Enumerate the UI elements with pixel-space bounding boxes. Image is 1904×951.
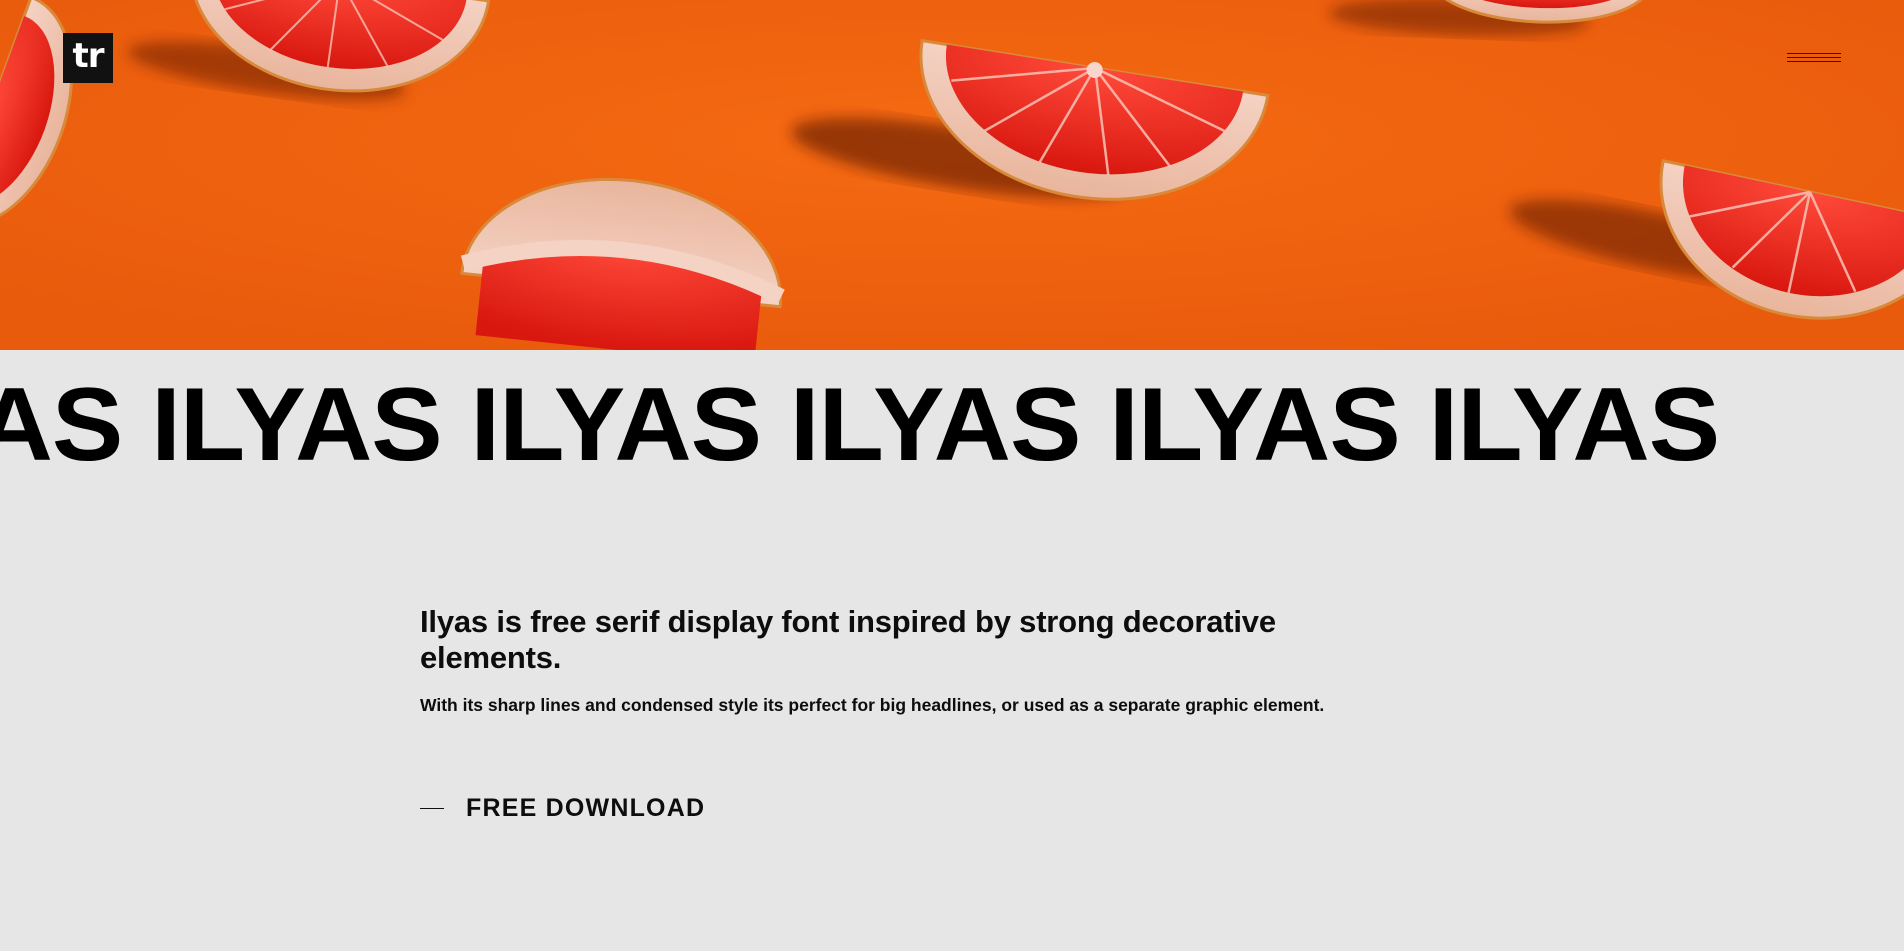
page-headline: Ilyas is free serif display font inspire… [420, 604, 1276, 675]
hero-image: tr [0, 0, 1904, 350]
font-description-section: Ilyas is free serif display font inspire… [420, 604, 1380, 822]
hamburger-menu-icon[interactable] [1787, 53, 1841, 69]
free-download-link[interactable]: FREE DOWNLOAD [420, 794, 705, 823]
site-logo[interactable]: tr [63, 33, 113, 83]
font-name-marquee: YAS ILYAS ILYAS ILYAS ILYAS ILYAS [0, 350, 1904, 490]
menu-line [1787, 57, 1841, 58]
font-description: With its sharp lines and condensed style… [420, 695, 1325, 715]
grapefruit-photo [0, 0, 1904, 350]
logo-text: tr [72, 36, 104, 76]
menu-line [1787, 61, 1841, 62]
download-label: FREE DOWNLOAD [466, 794, 706, 822]
marquee-text: YAS ILYAS ILYAS ILYAS ILYAS ILYAS [0, 367, 1720, 483]
dash-icon [420, 808, 444, 809]
menu-line [1787, 53, 1841, 54]
